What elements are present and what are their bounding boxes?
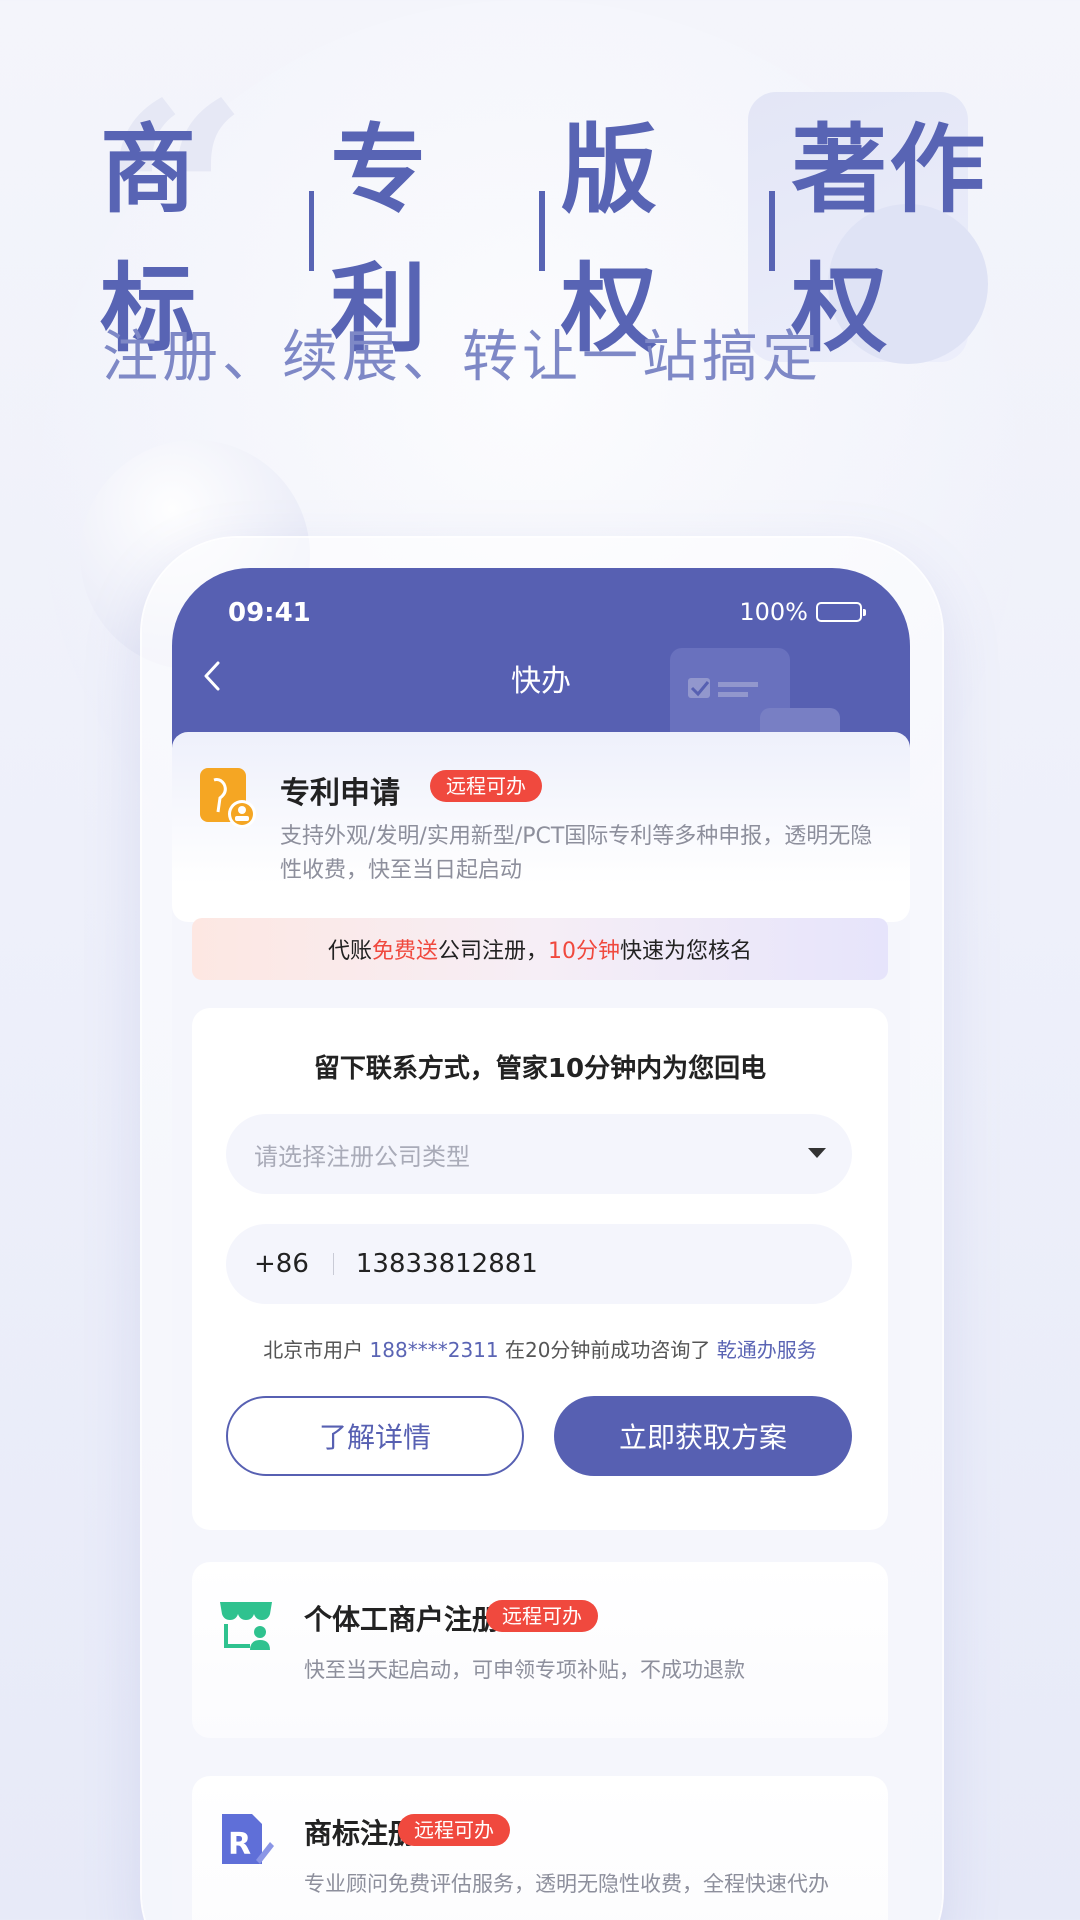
recent-consultation: 北京市用户 188****2311 在20分钟前成功咨询了 乾通办服务 [192, 1334, 888, 1363]
details-button[interactable]: 了解详情 [226, 1396, 524, 1476]
status-battery: 100% [739, 598, 866, 626]
recent-service: 乾通办服务 [716, 1338, 817, 1362]
recent-phone: 188****2311 [369, 1338, 499, 1362]
select-placeholder: 请选择注册公司类型 [254, 1142, 470, 1171]
get-plan-button[interactable]: 立即获取方案 [554, 1396, 852, 1476]
phone-screen: 09:41 100% 快办 专利申请 远程可办 支持外观/发明/实用新型/PCT… [172, 568, 910, 1920]
patent-service-card[interactable]: 专利申请 远程可办 支持外观/发明/实用新型/PCT国际专利等多种申报，透明无隐… [172, 732, 910, 922]
headline-divider [538, 191, 545, 271]
contact-form-card: 留下联系方式，管家10分钟内为您回电 请选择注册公司类型 +86 北京市用户 1… [192, 1008, 888, 1530]
service-title: 专利申请 [280, 776, 400, 811]
remote-tag: 远程可办 [430, 770, 542, 802]
country-code[interactable]: +86 [254, 1249, 309, 1279]
headline-divider [308, 191, 315, 271]
company-type-select[interactable]: 请选择注册公司类型 [226, 1114, 852, 1194]
list-item-description: 快至当天起启动，可申领专项补贴，不成功退款 [304, 1658, 745, 1682]
trademark-icon: R [222, 1814, 274, 1864]
battery-percent: 100% [739, 598, 808, 626]
svg-text:R: R [228, 1827, 251, 1862]
form-title: 留下联系方式，管家10分钟内为您回电 [313, 1054, 767, 1084]
battery-icon [816, 602, 866, 622]
list-item-title: 个体工商户注册 [304, 1603, 501, 1636]
field-divider [332, 1253, 334, 1275]
caret-down-icon [808, 1148, 826, 1158]
headline-authorship: 著作权 [791, 114, 988, 365]
promo-subline: 注册、续展、转让一站搞定 [102, 325, 822, 390]
promo-headline: 商标 专利 版权 著作权 [100, 114, 1080, 365]
phone-input[interactable] [355, 1249, 736, 1279]
list-item-individual-business[interactable]: 个体工商户注册 远程可办 快至当天起启动，可申领专项补贴，不成功退款 [192, 1562, 888, 1738]
phone-input-wrapper[interactable]: +86 [226, 1224, 852, 1304]
app-header: 09:41 100% 快办 [172, 568, 910, 768]
promo-text-1: 代账 [327, 939, 372, 964]
list-item-trademark[interactable]: R 商标注册 远程可办 专业顾问免费评估服务，透明无隐性收费，全程快速代办 [192, 1776, 888, 1920]
storefront-icon [220, 1602, 272, 1650]
promo-banner[interactable]: 代账 免费送 公司注册， 10分钟 快速为您核名 [192, 918, 888, 980]
promo-text-2: 公司注册， [438, 939, 549, 964]
promo-highlight-free: 免费送 [371, 939, 438, 964]
patent-icon [200, 768, 256, 828]
status-time: 09:41 [228, 598, 311, 628]
promo-text-3: 快速为您核名 [620, 939, 753, 964]
recent-middle: 在20分钟前成功咨询了 [504, 1338, 711, 1362]
service-description: 支持外观/发明/实用新型/PCT国际专利等多种申报，透明无隐性收费，快至当日起启… [280, 824, 873, 883]
promo-highlight-time: 10分钟 [548, 939, 621, 964]
remote-tag: 远程可办 [398, 1814, 510, 1846]
recent-prefix: 北京市用户 [263, 1338, 364, 1362]
headline-divider [769, 191, 776, 271]
list-item-description: 专业顾问免费评估服务，透明无隐性收费，全程快速代办 [304, 1872, 829, 1896]
remote-tag: 远程可办 [486, 1600, 598, 1632]
